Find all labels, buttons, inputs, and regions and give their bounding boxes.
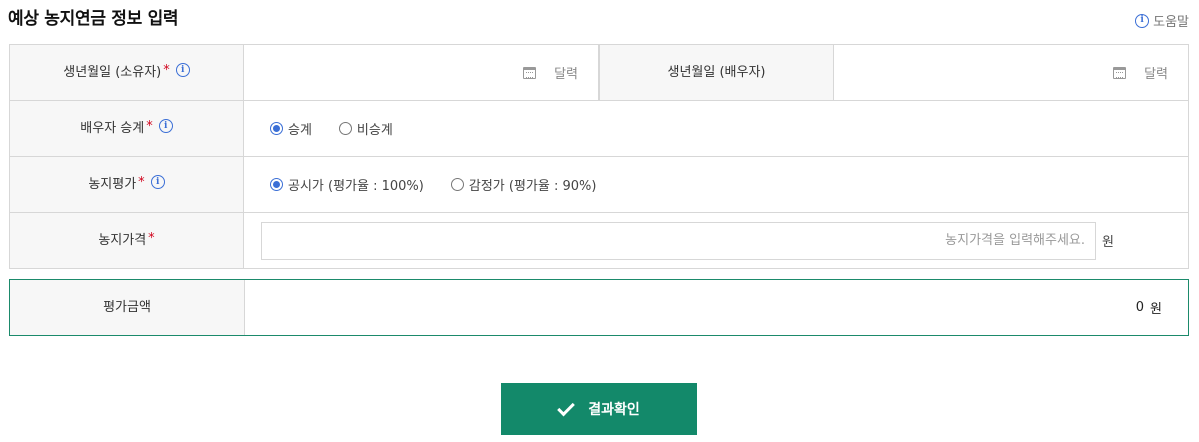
check-icon [557,398,576,416]
radio-non-succession[interactable]: 비승계 [338,119,393,138]
radio-official-price[interactable]: 공시가 (평가율 : 100%) [270,175,424,194]
calendar-icon[interactable] [523,66,537,79]
spouse-succession-label-cell: 배우자 승계 * i [9,101,244,156]
spouse-birth-label-cell: 생년월일 (배우자) [599,45,834,100]
birth-row: 생년월일 (소유자) * i 달력 생년월일 (배우자) 달력 [9,45,1189,101]
info-icon: i [1135,13,1150,28]
confirm-result-button[interactable]: 결과확인 [501,383,697,435]
radio-succession[interactable]: 승계 [270,119,312,138]
radio-label[interactable]: 비승계 [357,119,393,138]
spouse-succession-row: 배우자 승계 * i 승계 비승계 [9,101,1189,157]
owner-birth-info-icon[interactable]: i [175,63,190,77]
result-unit: 원 [1150,302,1162,317]
land-price-cell: 원 [244,213,1189,268]
radio-label[interactable]: 감정가 (평가율 : 90%) [469,175,597,194]
radio-label[interactable]: 공시가 (평가율 : 100%) [288,175,424,194]
help-label: 도움말 [1153,15,1189,30]
radio-appraised-price[interactable]: 감정가 (평가율 : 90%) [450,175,597,194]
required-mark: * [146,118,153,134]
owner-birth-label: 생년월일 (소유자) [63,64,162,80]
confirm-label: 결과확인 [588,402,640,418]
spouse-succession-info-icon[interactable]: i [158,119,173,133]
owner-birth-label-cell: 생년월일 (소유자) * i [9,45,244,100]
result-box: 평가금액 0 원 [9,279,1189,336]
required-mark: * [138,174,145,190]
input-form-table: 생년월일 (소유자) * i 달력 생년월일 (배우자) 달력 배우자 승계 *… [9,44,1189,269]
land-price-input[interactable] [261,221,1096,260]
radio-label[interactable]: 승계 [288,119,312,138]
page-title: 예상 농지연금 정보 입력 [8,9,179,29]
land-valuation-label-cell: 농지평가 * i [9,157,244,212]
result-label: 평가금액 [103,300,151,315]
land-valuation-info-icon[interactable]: i [150,175,165,189]
radio-button-checked[interactable] [270,122,283,135]
spouse-succession-options: 승계 비승계 [244,101,1189,156]
calendar-icon[interactable] [1113,66,1127,79]
radio-button[interactable] [450,178,464,191]
land-valuation-options: 공시가 (평가율 : 100%) 감정가 (평가율 : 90%) [244,157,1189,212]
result-amount: 0 [1135,300,1145,315]
land-price-label: 농지가격 [98,232,147,248]
spouse-birth-label: 생년월일 (배우자) [667,64,766,80]
won-unit-label: 원 [1102,235,1114,250]
spouse-birth-date-field[interactable]: 달력 [834,45,1189,100]
help-link[interactable]: i 도움말 [1135,11,1189,30]
required-mark: * [148,230,155,246]
owner-birth-date-field[interactable]: 달력 [244,45,599,100]
land-price-label-cell: 농지가격 * [9,213,244,268]
result-value: 0 원 [245,280,1188,335]
land-valuation-label: 농지평가 [88,176,137,192]
result-label-cell: 평가금액 [10,280,245,335]
land-valuation-row: 농지평가 * i 공시가 (평가율 : 100%) 감정가 (평가율 : 90%… [9,157,1189,213]
spouse-succession-label: 배우자 승계 [80,120,145,136]
owner-birth-calendar-label[interactable]: 달력 [554,63,578,82]
land-price-row: 농지가격 * 원 [9,213,1189,269]
radio-button-checked[interactable] [270,178,283,191]
spouse-birth-calendar-label[interactable]: 달력 [1144,63,1168,82]
required-mark: * [163,62,170,78]
radio-button[interactable] [338,122,352,135]
